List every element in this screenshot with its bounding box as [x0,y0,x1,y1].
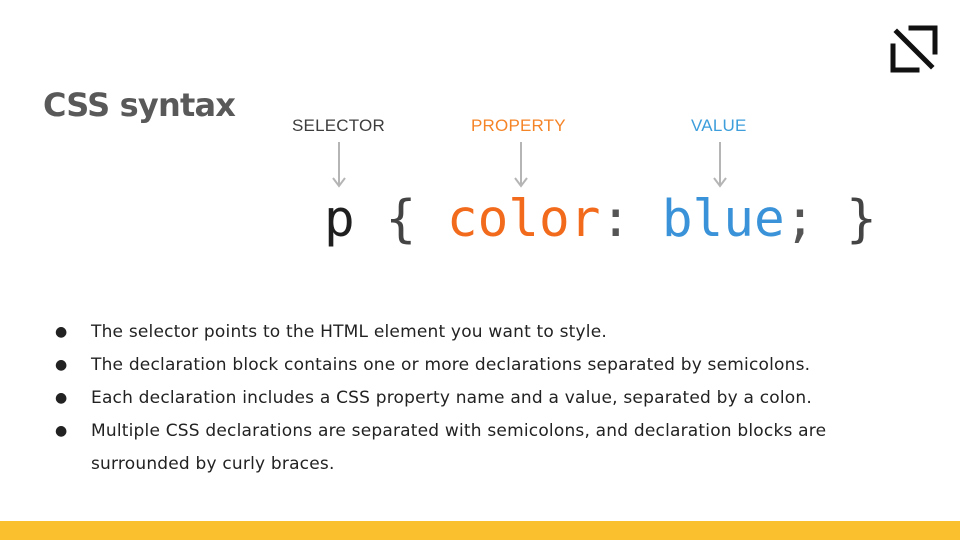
bullet-list: ● The selector points to the HTML element… [0,316,960,481]
code-selector: p [324,190,355,249]
css-code-example: p { color: blue; } [324,194,877,245]
bullet-item: ● Each declaration includes a CSS propert… [0,382,960,415]
footer-bar [0,521,960,540]
code-property: color [446,190,601,249]
code-close-brace: } [846,190,877,249]
value-label: VALUE [691,116,747,135]
selector-label: SELECTOR [292,116,385,135]
property-arrow-icon [514,142,528,188]
bullet-dot: ● [55,357,68,373]
bullet-dot: ● [55,390,68,406]
bullet-text: The selector points to the HTML element … [91,322,607,342]
code-colon: : [600,190,632,249]
code-value: blue [661,190,785,249]
value-arrow-icon [713,142,727,188]
brand-logo-icon [890,25,938,73]
bullet-dot: ● [55,324,68,340]
bullet-dot: ● [55,423,68,439]
bullet-text: Multiple CSS declarations are separated … [91,421,827,474]
bullet-item: ● The declaration block contains one or m… [0,349,960,382]
css-syntax-diagram: SELECTOR PROPERTY VALUE p { color: blue;… [280,110,900,270]
property-label: PROPERTY [471,116,566,135]
slide-title: CSS syntax [43,86,236,124]
code-open-brace: { [385,190,417,249]
code-semicolon: ; [784,190,816,249]
bullet-item: ● The selector points to the HTML element… [0,316,960,349]
bullet-item: ● Multiple CSS declarations are separated… [0,415,960,481]
bullet-text: The declaration block contains one or mo… [91,355,811,375]
bullet-text: Each declaration includes a CSS property… [91,388,812,408]
selector-arrow-icon [332,142,346,188]
